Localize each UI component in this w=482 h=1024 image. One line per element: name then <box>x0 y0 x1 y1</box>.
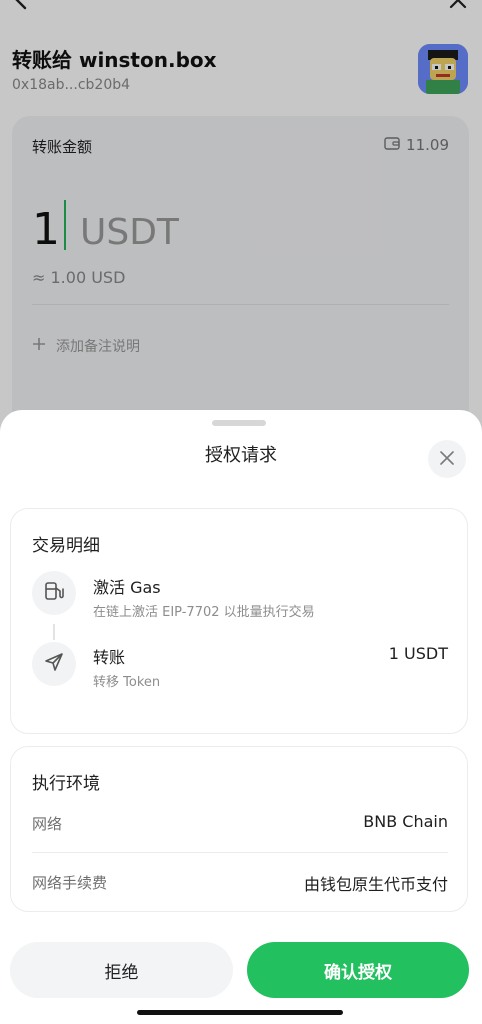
details-heading: 交易明细 <box>32 536 100 556</box>
confirm-authorization-button[interactable]: 确认授权 <box>247 942 469 998</box>
sheet-grabber[interactable] <box>212 420 266 426</box>
fee-label: 网络手续费 <box>32 874 108 892</box>
environment-heading: 执行环境 <box>32 774 100 794</box>
transaction-details-card: 交易明细 激活 Gas 在链上激活 EIP-7702 以批量执行交易 转账 1 … <box>10 508 468 734</box>
divider <box>32 852 448 853</box>
step-title: 激活 Gas <box>93 578 161 597</box>
network-value: BNB Chain <box>363 812 448 831</box>
sheet-close-button[interactable] <box>428 440 466 478</box>
step-subtitle: 转移 Token <box>93 675 161 690</box>
step-connector <box>53 624 55 640</box>
gas-pump-icon <box>43 580 65 606</box>
fee-value: 由钱包原生代币支付 <box>303 875 448 894</box>
step-subtitle: 在链上激活 EIP-7702 以批量执行交易 <box>93 605 315 620</box>
reject-button[interactable]: 拒绝 <box>10 942 233 998</box>
execution-environment-card: 执行环境 网络 BNB Chain 网络手续费 由钱包原生代币支付 <box>10 746 468 912</box>
step-value: 1 USDT <box>388 644 448 663</box>
step-title: 转账 <box>93 648 126 667</box>
authorization-sheet: 授权请求 交易明细 激活 Gas 在链上激活 EIP-7702 以批量执行交易 … <box>0 410 482 1024</box>
step-icon-gas <box>32 571 76 615</box>
sheet-title: 授权请求 <box>205 445 277 466</box>
home-indicator <box>137 1010 343 1015</box>
network-label: 网络 <box>32 815 63 833</box>
step-icon-transfer <box>32 642 76 686</box>
send-icon <box>43 651 65 677</box>
close-icon <box>440 450 454 469</box>
